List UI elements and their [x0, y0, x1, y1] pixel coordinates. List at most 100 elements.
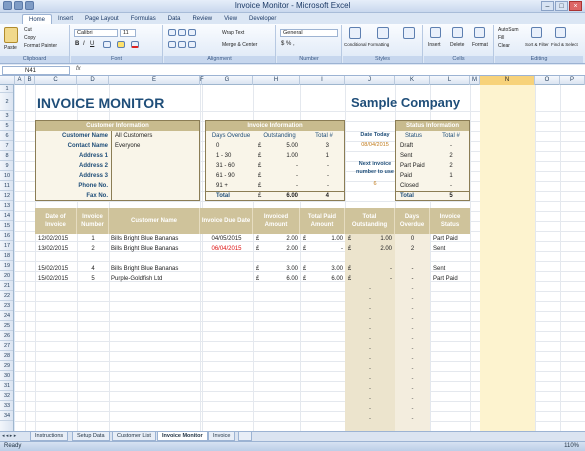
column-header[interactable]: D	[77, 76, 109, 85]
tab-home[interactable]: Home	[22, 14, 53, 24]
sort-filter-button[interactable]: Sort & Filter	[525, 42, 549, 48]
font-name-select[interactable]: Calibri	[74, 29, 118, 37]
row-header[interactable]: 32	[0, 391, 13, 401]
invoice-status[interactable]: Sent	[433, 244, 470, 254]
table-row[interactable]	[35, 254, 470, 264]
table-row[interactable]: --	[35, 414, 470, 424]
invoice-due-date[interactable]	[200, 274, 253, 284]
outstanding-amount[interactable]	[357, 254, 392, 264]
invoiced-amount[interactable]: 2.00	[265, 244, 298, 254]
column-header[interactable]: G	[202, 76, 253, 85]
row-header[interactable]: 28	[0, 351, 13, 361]
table-row[interactable]: --	[35, 404, 470, 414]
table-row[interactable]: --	[35, 394, 470, 404]
row-header[interactable]: 17	[0, 241, 13, 251]
align-bottom-icon[interactable]	[188, 29, 196, 36]
borders-icon[interactable]	[103, 41, 111, 48]
font-color-icon[interactable]	[131, 41, 139, 48]
sheet-tab-instructions[interactable]: Instructions	[30, 432, 69, 441]
worksheet-grid[interactable]: INVOICE MONITOR Sample Company Customer …	[15, 85, 585, 431]
invoice-status[interactable]: Part Paid	[433, 274, 470, 284]
days-overdue[interactable]: 2	[395, 244, 430, 254]
column-header[interactable]: L	[430, 76, 470, 85]
fx-icon[interactable]: fx	[76, 66, 81, 72]
table-row[interactable]: --	[35, 364, 470, 374]
table-row[interactable]: --	[35, 334, 470, 344]
tab-formulas[interactable]: Formulas	[125, 14, 162, 24]
align-center-icon[interactable]	[178, 41, 186, 48]
cut-button[interactable]: Cut	[24, 27, 32, 33]
invoice-customer[interactable]: Bills Bright Blue Bananas	[111, 264, 201, 274]
table-row[interactable]: 15/02/2015 4 Bills Bright Blue Bananas £ £ £3…	[35, 264, 470, 274]
insert-sheet-icon[interactable]	[238, 432, 252, 441]
table-row[interactable]: --	[35, 354, 470, 364]
invoice-due-date[interactable]: 06/04/2015	[200, 244, 253, 254]
sheet-tab-setup-data[interactable]: Setup Data	[72, 432, 110, 441]
table-row[interactable]: --	[35, 284, 470, 294]
table-row[interactable]: --	[35, 314, 470, 324]
invoice-due-date[interactable]	[200, 254, 253, 264]
align-left-icon[interactable]	[168, 41, 176, 48]
invoice-number[interactable]: 5	[77, 274, 109, 284]
row-header[interactable]: 23	[0, 301, 13, 311]
column-header[interactable]: K	[395, 76, 430, 85]
font-size-select[interactable]: 11	[120, 29, 136, 37]
find-select-icon[interactable]	[555, 27, 566, 38]
invoice-number[interactable]: 1	[77, 234, 109, 244]
invoice-status[interactable]: Sent	[433, 264, 470, 274]
cell-styles-icon[interactable]	[403, 27, 415, 39]
clear-button[interactable]: Clear	[498, 43, 510, 49]
row-header[interactable]: 24	[0, 311, 13, 321]
outstanding-amount[interactable]: 1.00	[357, 234, 392, 244]
invoice-customer[interactable]: Bills Bright Blue Bananas	[111, 244, 201, 254]
column-header[interactable]: H	[253, 76, 300, 85]
column-header[interactable]: I	[300, 76, 345, 85]
paid-amount[interactable]: 3.00	[310, 264, 343, 274]
paid-amount[interactable]	[310, 254, 343, 264]
row-header[interactable]: 6	[0, 131, 13, 141]
align-middle-icon[interactable]	[178, 29, 186, 36]
table-row[interactable]: --	[35, 374, 470, 384]
table-row[interactable]: --	[35, 294, 470, 304]
paid-amount[interactable]: -	[310, 244, 343, 254]
format-painter-button[interactable]: Format Painter	[24, 43, 57, 49]
row-header[interactable]: 26	[0, 331, 13, 341]
sheet-tab-customer-list[interactable]: Customer List	[112, 432, 156, 441]
conditional-formatting-button[interactable]: Conditional Formatting	[344, 42, 389, 48]
row-header[interactable]: 2	[0, 93, 13, 111]
row-header[interactable]: 33	[0, 401, 13, 411]
format-button[interactable]: Format	[472, 42, 488, 48]
tab-review[interactable]: Review	[186, 14, 218, 24]
close-icon[interactable]: ×	[569, 1, 582, 11]
fill-button[interactable]: Fill	[498, 35, 504, 41]
invoice-due-date[interactable]: 04/05/2015	[200, 234, 253, 244]
column-header[interactable]: A	[15, 76, 25, 85]
fill-color-icon[interactable]	[117, 41, 125, 48]
outstanding-amount[interactable]: -	[357, 264, 392, 274]
row-header[interactable]: 8	[0, 151, 13, 161]
invoice-date[interactable]: 12/02/2015	[38, 234, 78, 244]
bold-button[interactable]: B	[75, 41, 79, 47]
invoiced-amount[interactable]: 6.00	[265, 274, 298, 284]
number-format-select[interactable]: General	[280, 29, 338, 37]
tab-view[interactable]: View	[218, 14, 243, 24]
column-header[interactable]: J	[345, 76, 395, 85]
days-overdue[interactable]	[395, 254, 430, 264]
tab-page-layout[interactable]: Page Layout	[79, 14, 125, 24]
zoom-level[interactable]: 110%	[564, 443, 579, 449]
wrap-text-button[interactable]: Wrap Text	[222, 30, 244, 36]
contact-name-value[interactable]: Everyone	[115, 141, 140, 151]
sort-filter-icon[interactable]	[531, 27, 542, 38]
table-row[interactable]: --	[35, 384, 470, 394]
row-header[interactable]: 29	[0, 361, 13, 371]
maximize-icon[interactable]: □	[555, 1, 568, 11]
delete-button[interactable]: Delete	[450, 42, 464, 48]
paste-button[interactable]: Paste	[4, 45, 17, 51]
name-box[interactable]: N41	[2, 66, 70, 75]
invoice-customer[interactable]: Purple-Goldfish Ltd	[111, 274, 201, 284]
row-header[interactable]: 7	[0, 141, 13, 151]
format-icon[interactable]	[474, 27, 485, 38]
row-header[interactable]: 27	[0, 341, 13, 351]
row-header[interactable]: 20	[0, 271, 13, 281]
tab-insert[interactable]: Insert	[52, 14, 79, 24]
